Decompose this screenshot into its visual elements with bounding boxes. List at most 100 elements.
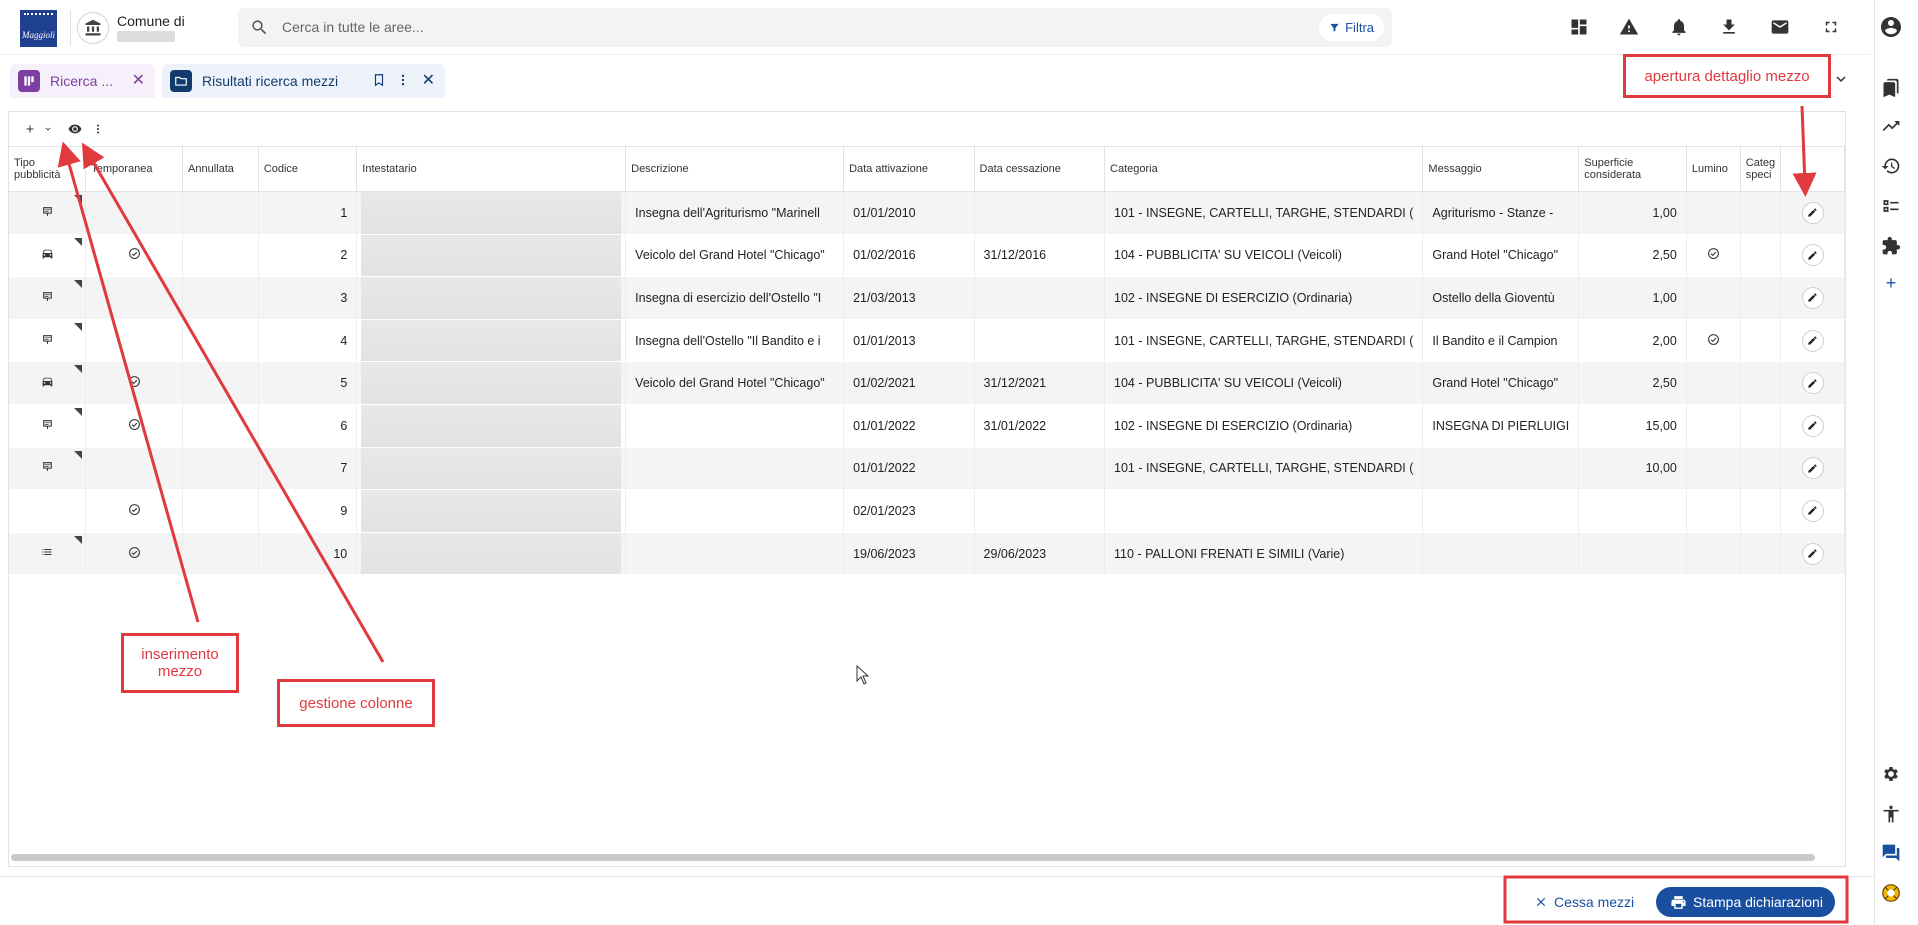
redacted-intestatario (361, 362, 622, 404)
cell-superficie: 10,00 (1578, 447, 1687, 491)
cell-categoria: 102 - INSEGNE DI ESERCIZIO (Ordinaria) (1104, 276, 1424, 320)
edit-mezzo-button[interactable] (1801, 329, 1824, 352)
cell-tipo (9, 447, 87, 491)
column-header[interactable]: Data cessazione (974, 146, 1106, 192)
warning-icon[interactable] (1614, 12, 1644, 42)
table-row[interactable]: 2 Veicolo del Grand Hotel "Chicago" 01/02/… (9, 234, 1845, 278)
edit-mezzo-button[interactable] (1801, 499, 1824, 522)
column-header[interactable]: Intestatario (356, 146, 627, 192)
billboard-icon (41, 333, 54, 346)
column-header[interactable]: Temporanea (85, 146, 184, 192)
table-row[interactable]: 10 19/06/2023 29/06/2023 110 - PALLONI FREN… (9, 532, 1845, 576)
edit-mezzo-button[interactable] (1801, 372, 1824, 395)
close-icon[interactable]: ✕ (422, 73, 435, 89)
column-header[interactable]: Lumino (1686, 146, 1741, 192)
account-icon[interactable] (1876, 12, 1906, 42)
cell-annullata (182, 319, 259, 363)
cell-descrizione (625, 404, 845, 448)
more-vert-icon[interactable] (396, 73, 410, 87)
cell-codice: 10 (258, 532, 358, 576)
search-input[interactable] (282, 16, 1182, 38)
settings-icon[interactable] (1876, 759, 1906, 789)
dashboard-icon[interactable] (1564, 12, 1594, 42)
help-support-icon[interactable] (1876, 878, 1906, 908)
billboard-icon (41, 290, 54, 303)
row-marker (74, 195, 83, 203)
column-header[interactable]: Data attivazione (843, 146, 975, 192)
column-header[interactable]: Descrizione (625, 146, 845, 192)
trending-icon[interactable] (1876, 111, 1906, 141)
billboard-icon (41, 418, 54, 431)
row-marker (74, 322, 83, 331)
cell-categoria-speciale (1740, 319, 1782, 363)
checklist-icon[interactable] (1876, 191, 1906, 221)
stampa-dichiarazioni-button[interactable]: Stampa dichiarazioni (1656, 887, 1835, 917)
edit-mezzo-button[interactable] (1801, 457, 1824, 480)
table-row[interactable]: 3 Insegna di esercizio dell'Ostello "I 21/… (9, 276, 1845, 320)
cell-data-cessazione (974, 447, 1106, 491)
plugin-icon[interactable] (1876, 231, 1906, 261)
list-icon (41, 546, 53, 558)
right-rail-divider (1874, 0, 1875, 925)
download-icon[interactable] (1714, 12, 1744, 42)
column-header[interactable]: Annullata (182, 146, 259, 192)
cell-messaggio (1422, 489, 1580, 533)
cell-annullata (182, 234, 259, 278)
check-circle-icon (128, 503, 141, 516)
chevron-down-icon[interactable] (1832, 70, 1850, 88)
bookmark-icon[interactable] (372, 73, 386, 87)
edit-mezzo-button[interactable] (1801, 286, 1824, 309)
column-header[interactable]: Categ speci (1740, 146, 1782, 192)
column-header[interactable]: Categoria (1104, 146, 1424, 192)
table-row[interactable]: 9 02/01/2023 (9, 489, 1845, 533)
building-icon (84, 19, 102, 37)
filter-button[interactable]: Filtra (1319, 14, 1384, 41)
table-row[interactable]: 5 Veicolo del Grand Hotel "Chicago" 01/02/… (9, 361, 1845, 405)
column-header[interactable]: Tipo pubblicità (9, 146, 87, 192)
mail-icon[interactable] (1765, 12, 1795, 42)
column-header[interactable]: Codice (258, 146, 358, 192)
history-icon[interactable] (1876, 151, 1906, 181)
cell-categoria-speciale (1740, 489, 1782, 533)
cell-codice: 9 (258, 489, 358, 533)
chevron-down-icon[interactable] (37, 118, 59, 140)
cell-categoria: 104 - PUBBLICITA' SU VEICOLI (Veicoli) (1104, 361, 1424, 405)
tab-risultati-ricerca-mezzi[interactable]: Risultati ricerca mezzi ✕ (162, 64, 445, 98)
cell-codice: 6 (258, 404, 358, 448)
cell-data-attivazione: 21/03/2013 (843, 276, 975, 320)
global-search[interactable]: Filtra (238, 8, 1392, 47)
more-vert-icon[interactable] (87, 118, 109, 140)
close-icon[interactable]: ✕ (132, 73, 145, 89)
comune-selector-button[interactable] (77, 12, 109, 44)
cell-descrizione: Veicolo del Grand Hotel "Chicago" (625, 361, 845, 405)
column-header[interactable]: Messaggio (1422, 146, 1580, 192)
table-row[interactable]: 1 Insegna dell'Agriturismo "Marinell 01/01… (9, 191, 1845, 235)
table-row[interactable]: 7 01/01/2022 101 - INSEGNE, CARTELLI, TARG… (9, 447, 1845, 491)
notifications-icon[interactable] (1664, 12, 1694, 42)
chat-icon[interactable] (1876, 838, 1906, 868)
table-row[interactable]: 4 Insegna dell'Ostello "Il Bandito e i 01/… (9, 319, 1845, 363)
column-visibility-icon[interactable] (64, 118, 86, 140)
table-row[interactable]: 6 01/01/2022 31/01/2022 102 - INSEGNE DI ES… (9, 404, 1845, 448)
column-header[interactable] (1780, 146, 1845, 192)
edit-mezzo-button[interactable] (1801, 244, 1824, 267)
cell-categoria (1104, 489, 1424, 533)
tab-ricerca[interactable]: Ricerca ... ✕ (10, 64, 155, 98)
cell-data-attivazione: 02/01/2023 (843, 489, 975, 533)
add-icon[interactable]: + (1876, 268, 1906, 298)
edit-mezzo-button[interactable] (1801, 414, 1824, 437)
pencil-icon (1807, 505, 1818, 516)
cell-intestatario (356, 447, 627, 491)
cell-messaggio (1422, 532, 1580, 576)
bookmarks-icon[interactable] (1876, 73, 1906, 103)
cell-data-cessazione (974, 276, 1106, 320)
horizontal-scrollbar[interactable] (11, 854, 1815, 861)
cessa-mezzi-button[interactable]: Cessa mezzi (1524, 887, 1645, 916)
column-header[interactable]: Superficie considerata (1578, 146, 1687, 192)
fullscreen-icon[interactable] (1816, 12, 1846, 42)
logo-text: Maggioli (22, 30, 55, 40)
accessibility-icon[interactable] (1876, 799, 1906, 829)
cell-categoria: 102 - INSEGNE DI ESERCIZIO (Ordinaria) (1104, 404, 1424, 448)
edit-mezzo-button[interactable] (1801, 201, 1824, 224)
edit-mezzo-button[interactable] (1801, 542, 1824, 565)
